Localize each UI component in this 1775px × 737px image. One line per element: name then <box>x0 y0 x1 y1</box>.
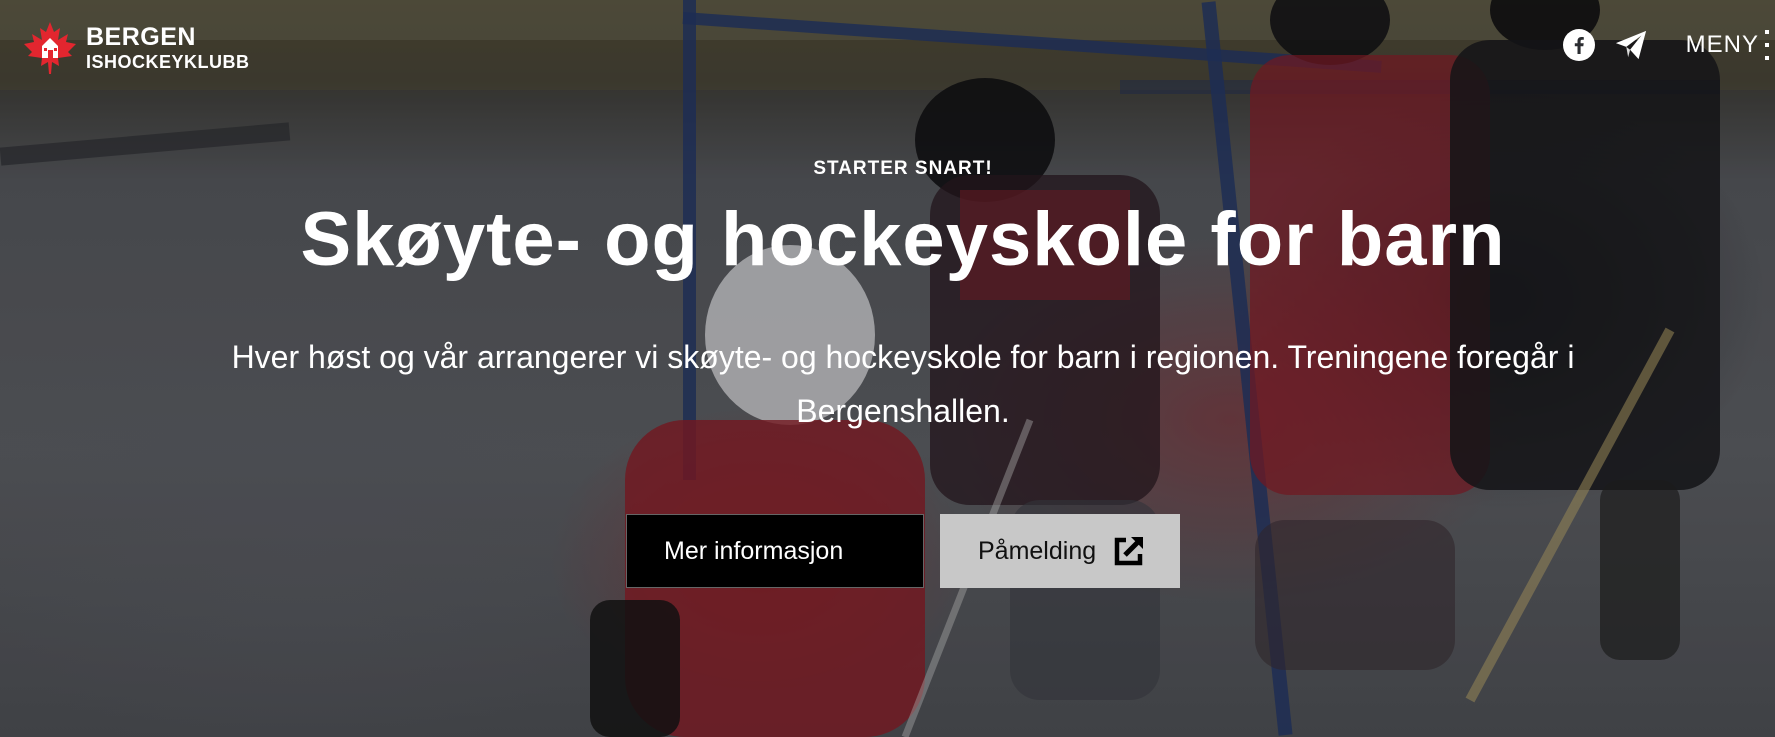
logo-title: BERGEN <box>86 23 196 51</box>
hero-eyebrow: STARTER SNART! <box>813 158 993 179</box>
maple-leaf-logo-icon <box>24 22 76 74</box>
paper-plane-icon[interactable] <box>1614 28 1648 62</box>
logo-subtitle: ISHOCKEYKLUBB <box>86 52 250 72</box>
registration-button[interactable]: Påmelding <box>940 514 1180 588</box>
more-info-label: Mer informasjon <box>664 536 844 565</box>
header-actions: MENY <box>1562 28 1775 62</box>
hero-buttons: Mer informasjon Påmelding <box>626 514 1180 588</box>
hero-section: BERGEN ISHOCKEYKLUBB MENY STARTER SNART!… <box>0 0 1775 737</box>
registration-label: Påmelding <box>978 536 1097 565</box>
menu-button[interactable]: MENY <box>1686 31 1759 59</box>
facebook-icon[interactable] <box>1562 28 1596 62</box>
external-link-icon <box>1114 537 1144 566</box>
page-title: Skøyte- og hockeyskole for barn <box>300 197 1506 282</box>
logo-text: BERGEN ISHOCKEYKLUBB <box>86 23 250 72</box>
site-logo[interactable]: BERGEN ISHOCKEYKLUBB <box>22 20 250 76</box>
hero-description: Hver høst og vår arrangerer vi skøyte- o… <box>231 339 1575 429</box>
menu-icon[interactable] <box>1765 30 1775 60</box>
more-info-button[interactable]: Mer informasjon <box>626 514 924 588</box>
